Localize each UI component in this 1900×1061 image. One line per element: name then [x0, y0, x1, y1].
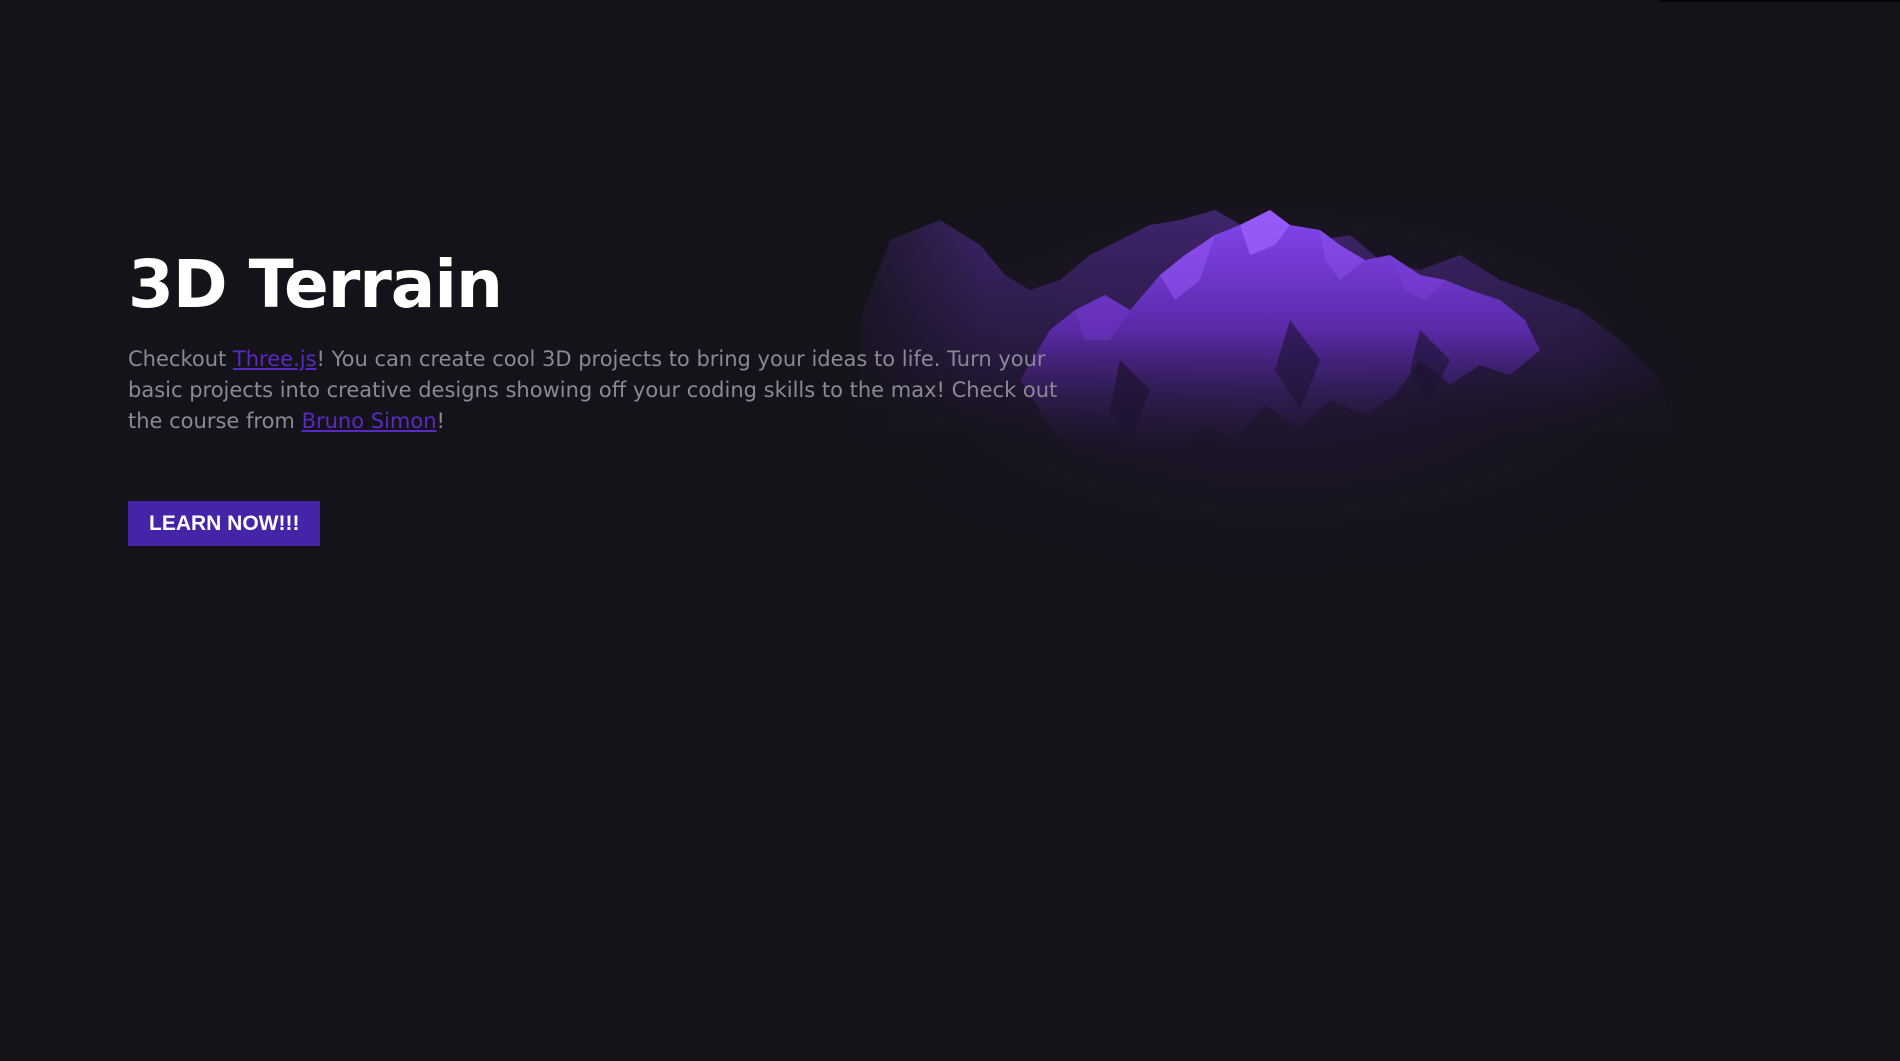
page: 3D Terrain Checkout Three.js! You can cr… — [0, 0, 1900, 1061]
hero-text-part-3: ! — [436, 409, 445, 433]
top-edge-bar — [1660, 0, 1900, 2]
page-title: 3D Terrain — [128, 246, 503, 323]
hero-text-part-1: Checkout — [128, 347, 233, 371]
hero-section: 3D Terrain Checkout Three.js! You can cr… — [128, 240, 1058, 546]
learn-now-button[interactable]: LEARN NOW!!! — [128, 501, 321, 546]
bruno-simon-link[interactable]: Bruno Simon — [302, 409, 437, 433]
threejs-link[interactable]: Three.js — [233, 347, 317, 371]
hero-description: Checkout Three.js! You can create cool 3… — [128, 344, 1058, 437]
